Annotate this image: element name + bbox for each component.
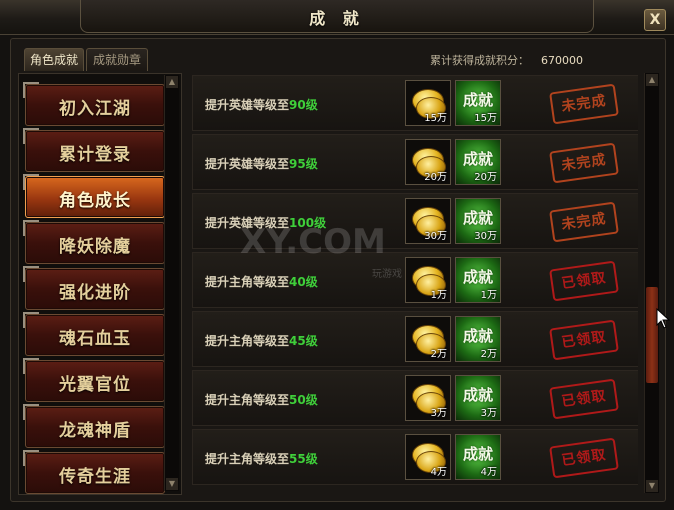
menu-item-label: 初入江湖 bbox=[59, 99, 131, 119]
status-stamp: 未完成 bbox=[549, 142, 619, 184]
menu-item-label: 光翼官位 bbox=[59, 375, 131, 395]
tab-achievement-medals[interactable]: 成就勋章 bbox=[86, 48, 148, 71]
menu-item-hun-shi-xue-yu[interactable]: 魂石血玉 bbox=[23, 312, 165, 356]
menu-item-lei-ji-deng-lu[interactable]: 累计登录 bbox=[23, 128, 165, 172]
achievement-points-icon[interactable]: 成就 4万 bbox=[455, 434, 501, 480]
gold-coin-reward-icon[interactable]: 2万 bbox=[405, 316, 451, 362]
menu-item-chuan-qi-sheng-ya[interactable]: 传奇生涯 bbox=[23, 450, 165, 494]
score-label: 累计获得成就积分： bbox=[430, 54, 529, 67]
menu-item-qiang-hua-jin-jie[interactable]: 强化进阶 bbox=[23, 266, 165, 310]
menu-item-guang-yi-guan-wei[interactable]: 光翼官位 bbox=[23, 358, 165, 402]
achievement-row: 提升主角等级至55级 4万 成就 4万 已领取 bbox=[192, 429, 638, 485]
menu-item-long-hun-shen-dun[interactable]: 龙魂神盾 bbox=[23, 404, 165, 448]
achievement-description: 提升英雄等级至95级 bbox=[205, 157, 318, 171]
tab-role-achievements[interactable]: 角色成就 bbox=[24, 48, 84, 71]
close-button[interactable]: X bbox=[644, 9, 666, 31]
window-title: 成 就 bbox=[309, 9, 365, 28]
gold-coin-reward-icon[interactable]: 20万 bbox=[405, 139, 451, 185]
achievement-points-icon[interactable]: 成就 30万 bbox=[455, 198, 501, 244]
menu-scrollbar[interactable]: ▲ ▼ bbox=[164, 75, 179, 491]
gold-coin-reward-icon[interactable]: 30万 bbox=[405, 198, 451, 244]
status-stamp: 未完成 bbox=[549, 201, 619, 243]
achievement-points-icon[interactable]: 成就 1万 bbox=[455, 257, 501, 303]
menu-item-label: 强化进阶 bbox=[59, 283, 131, 303]
menu-item-label: 角色成长 bbox=[59, 191, 131, 211]
achievement-points-icon[interactable]: 成就 2万 bbox=[455, 316, 501, 362]
achievement-description: 提升主角等级至50级 bbox=[205, 393, 318, 407]
status-stamp: 未完成 bbox=[549, 83, 619, 125]
menu-item-label: 传奇生涯 bbox=[59, 467, 131, 487]
achievement-row: 提升英雄等级至95级 20万 成就 20万 未完成 bbox=[192, 134, 638, 190]
scroll-up-arrow-icon[interactable]: ▲ bbox=[166, 76, 178, 88]
menu-item-label: 累计登录 bbox=[59, 145, 131, 165]
menu-item-xiang-yao-chu-mo[interactable]: 降妖除魔 bbox=[23, 220, 165, 264]
achievement-list: 提升英雄等级至90级 15万 成就 15万 未完成 提升英雄等级至95级 20万 … bbox=[192, 73, 638, 493]
status-stamp: 已领取 bbox=[549, 260, 619, 302]
achievement-description: 提升主角等级至45级 bbox=[205, 334, 318, 348]
scroll-down-arrow-icon[interactable]: ▼ bbox=[166, 478, 178, 490]
achievement-description: 提升主角等级至40级 bbox=[205, 275, 318, 289]
category-menu: 初入江湖 累计登录 角色成长 降妖除魔 强化进阶 魂石血玉 光翼官位 龙魂神盾 … bbox=[18, 73, 182, 495]
achievement-row: 提升主角等级至50级 3万 成就 3万 已领取 bbox=[192, 370, 638, 426]
achievement-window: 成 就 X 角色成就 成就勋章 累计获得成就积分： 670000 初入江湖 累计登… bbox=[0, 0, 674, 510]
scroll-thumb[interactable] bbox=[646, 287, 658, 383]
menu-item-jue-se-cheng-zhang[interactable]: 角色成长 bbox=[23, 174, 165, 218]
menu-item-label: 降妖除魔 bbox=[59, 237, 131, 257]
gold-coin-reward-icon[interactable]: 1万 bbox=[405, 257, 451, 303]
gold-coin-reward-icon[interactable]: 3万 bbox=[405, 375, 451, 421]
watermark-text: XY.COM bbox=[240, 222, 386, 262]
achievement-points-icon[interactable]: 成就 3万 bbox=[455, 375, 501, 421]
status-stamp: 已领取 bbox=[549, 378, 619, 420]
menu-item-label: 魂石血玉 bbox=[59, 329, 131, 349]
list-scrollbar[interactable]: ▲ ▼ bbox=[644, 73, 659, 493]
achievement-row: 提升英雄等级至90级 15万 成就 15万 未完成 bbox=[192, 75, 638, 131]
status-stamp: 已领取 bbox=[549, 437, 619, 479]
menu-item-chu-ru-jiang-hu[interactable]: 初入江湖 bbox=[23, 82, 165, 126]
scroll-down-arrow-icon[interactable]: ▼ bbox=[646, 480, 658, 492]
achievement-description: 提升英雄等级至90级 bbox=[205, 98, 318, 112]
score-display: 累计获得成就积分： 670000 bbox=[430, 52, 583, 68]
achievement-points-icon[interactable]: 成就 20万 bbox=[455, 139, 501, 185]
achievement-description: 提升主角等级至55级 bbox=[205, 452, 318, 466]
achievement-points-icon[interactable]: 成就 15万 bbox=[455, 80, 501, 126]
watermark-subtext: 玩游戏 bbox=[372, 269, 402, 280]
achievement-row: 提升主角等级至45级 2万 成就 2万 已领取 bbox=[192, 311, 638, 367]
score-value: 670000 bbox=[541, 54, 583, 67]
gold-coin-reward-icon[interactable]: 4万 bbox=[405, 434, 451, 480]
scroll-up-arrow-icon[interactable]: ▲ bbox=[646, 74, 658, 86]
gold-coin-reward-icon[interactable]: 15万 bbox=[405, 80, 451, 126]
title-bar[interactable]: 成 就 X bbox=[0, 0, 674, 35]
status-stamp: 已领取 bbox=[549, 319, 619, 361]
menu-item-label: 龙魂神盾 bbox=[59, 421, 131, 441]
